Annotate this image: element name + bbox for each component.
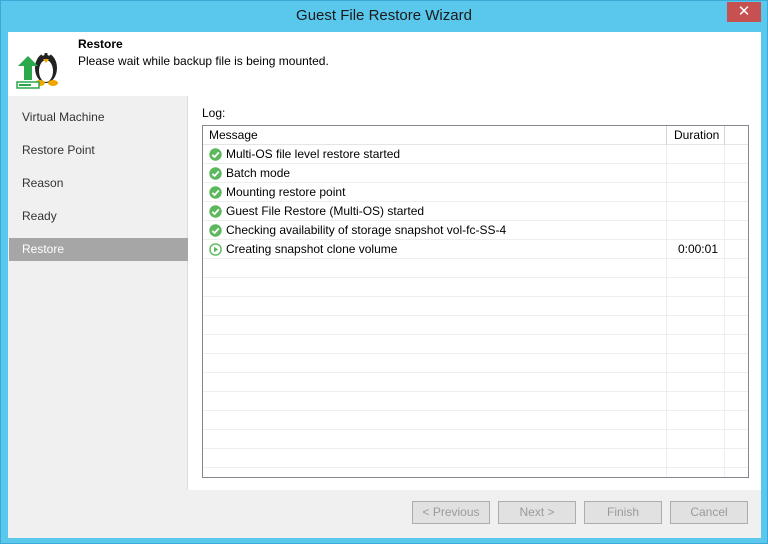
log-cell-duration bbox=[667, 316, 725, 335]
log-cell-duration bbox=[667, 468, 725, 477]
log-row[interactable]: Mounting restore point bbox=[203, 183, 748, 202]
next-button[interactable]: Next > bbox=[498, 501, 576, 524]
log-message-text: Guest File Restore (Multi-OS) started bbox=[226, 204, 425, 218]
step-title: Restore bbox=[78, 37, 123, 51]
log-message-text: Checking availability of storage snapsho… bbox=[226, 223, 507, 237]
check-circle-icon bbox=[209, 167, 222, 180]
wizard-footer: < Previous Next > Finish Cancel bbox=[8, 490, 761, 538]
nav-item-restore[interactable]: Restore bbox=[9, 238, 188, 261]
log-message-text: Creating snapshot clone volume bbox=[226, 242, 398, 256]
log-cell-duration bbox=[667, 411, 725, 430]
log-cell-duration bbox=[667, 145, 725, 164]
log-row bbox=[203, 411, 748, 430]
wizard-steps-nav: Virtual Machine Restore Point Reason Rea… bbox=[8, 96, 188, 490]
close-button[interactable]: ✕ bbox=[727, 2, 761, 22]
log-row bbox=[203, 354, 748, 373]
nav-item-reason[interactable]: Reason bbox=[9, 172, 188, 195]
log-cell-message bbox=[203, 354, 667, 373]
log-row bbox=[203, 449, 748, 468]
previous-button[interactable]: < Previous bbox=[412, 501, 490, 524]
wizard-header: Restore Please wait while backup file is… bbox=[8, 32, 761, 96]
log-row bbox=[203, 316, 748, 335]
log-grid-header: Message Duration bbox=[203, 126, 748, 145]
nav-item-virtual-machine[interactable]: Virtual Machine bbox=[9, 106, 188, 129]
play-circle-icon bbox=[209, 243, 222, 256]
log-row bbox=[203, 297, 748, 316]
log-row[interactable]: Checking availability of storage snapsho… bbox=[203, 221, 748, 240]
log-rows: Multi-OS file level restore started Batch… bbox=[203, 145, 748, 477]
log-row[interactable]: Multi-OS file level restore started bbox=[203, 145, 748, 164]
log-cell-message bbox=[203, 259, 667, 278]
log-row bbox=[203, 468, 748, 477]
log-cell-duration bbox=[667, 354, 725, 373]
window-title: Guest File Restore Wizard bbox=[296, 7, 472, 24]
log-cell-duration bbox=[667, 335, 725, 354]
log-cell-message: Guest File Restore (Multi-OS) started bbox=[203, 202, 667, 221]
log-cell-duration bbox=[667, 449, 725, 468]
log-cell-duration bbox=[667, 430, 725, 449]
cancel-button[interactable]: Cancel bbox=[670, 501, 748, 524]
log-grid[interactable]: Message Duration Multi-OS file level res… bbox=[202, 125, 749, 478]
log-row[interactable]: Creating snapshot clone volume 0:00:01 bbox=[203, 240, 748, 259]
log-row bbox=[203, 335, 748, 354]
nav-item-restore-point[interactable]: Restore Point bbox=[9, 139, 188, 162]
log-cell-duration bbox=[667, 221, 725, 240]
log-cell-duration bbox=[667, 183, 725, 202]
log-cell-message bbox=[203, 430, 667, 449]
nav-item-ready[interactable]: Ready bbox=[9, 205, 188, 228]
log-row[interactable]: Guest File Restore (Multi-OS) started bbox=[203, 202, 748, 221]
log-cell-message bbox=[203, 297, 667, 316]
log-message-text: Mounting restore point bbox=[226, 185, 346, 199]
restore-panel: Log: Message Duration Multi-OS file leve… bbox=[188, 96, 761, 490]
log-cell-message bbox=[203, 392, 667, 411]
log-row bbox=[203, 278, 748, 297]
log-cell-message: Multi-OS file level restore started bbox=[203, 145, 667, 164]
log-cell-message bbox=[203, 468, 667, 477]
log-cell-message: Batch mode bbox=[203, 164, 667, 183]
check-circle-icon bbox=[209, 186, 222, 199]
log-message-text: Multi-OS file level restore started bbox=[226, 147, 401, 161]
check-circle-icon bbox=[209, 148, 222, 161]
log-cell-message bbox=[203, 373, 667, 392]
log-label: Log: bbox=[202, 106, 226, 120]
log-cell-message bbox=[203, 411, 667, 430]
log-cell-message: Mounting restore point bbox=[203, 183, 667, 202]
log-message-text: Batch mode bbox=[226, 166, 291, 180]
log-cell-duration bbox=[667, 202, 725, 221]
linux-restore-icon bbox=[16, 52, 58, 89]
step-subtitle: Please wait while backup file is being m… bbox=[78, 54, 329, 68]
log-cell-message bbox=[203, 316, 667, 335]
title-bar[interactable]: Guest File Restore Wizard ✕ bbox=[1, 1, 767, 32]
log-cell-duration bbox=[667, 373, 725, 392]
log-row[interactable]: Batch mode bbox=[203, 164, 748, 183]
check-circle-icon bbox=[209, 224, 222, 237]
log-row bbox=[203, 430, 748, 449]
log-row bbox=[203, 259, 748, 278]
wizard-window: Guest File Restore Wizard ✕ Restore Plea… bbox=[0, 0, 768, 544]
log-cell-duration bbox=[667, 259, 725, 278]
finish-button[interactable]: Finish bbox=[584, 501, 662, 524]
column-header-message[interactable]: Message bbox=[203, 126, 667, 145]
log-cell-message bbox=[203, 278, 667, 297]
log-row bbox=[203, 373, 748, 392]
log-row bbox=[203, 392, 748, 411]
column-header-duration[interactable]: Duration bbox=[667, 126, 725, 145]
log-cell-duration bbox=[667, 278, 725, 297]
wizard-client: Restore Please wait while backup file is… bbox=[8, 32, 761, 538]
log-cell-message: Creating snapshot clone volume bbox=[203, 240, 667, 259]
log-cell-message bbox=[203, 335, 667, 354]
log-cell-message bbox=[203, 449, 667, 468]
log-cell-duration bbox=[667, 297, 725, 316]
log-cell-message: Checking availability of storage snapsho… bbox=[203, 221, 667, 240]
log-cell-duration bbox=[667, 392, 725, 411]
check-circle-icon bbox=[209, 205, 222, 218]
log-cell-duration bbox=[667, 164, 725, 183]
log-cell-duration: 0:00:01 bbox=[667, 240, 725, 259]
